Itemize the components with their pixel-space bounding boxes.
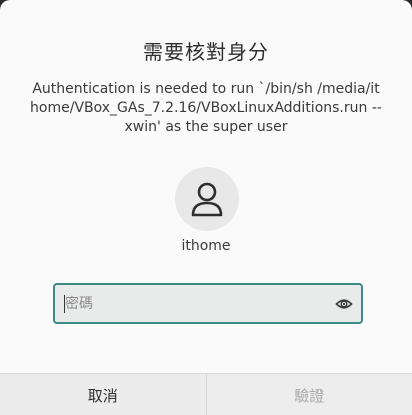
- dialog-title: 需要核對身分: [143, 40, 269, 64]
- user-icon: [191, 182, 223, 217]
- authentication-dialog: 需要核對身分 Authentication is needed to run `…: [0, 0, 412, 415]
- text-caret: [64, 295, 65, 313]
- button-bar: 取消 驗證: [0, 373, 412, 415]
- avatar: [175, 167, 239, 231]
- cancel-button[interactable]: 取消: [0, 374, 207, 415]
- auth-message: Authentication is needed to run `/bin/sh…: [30, 81, 382, 135]
- password-input[interactable]: [65, 285, 325, 322]
- eye-icon[interactable]: [335, 295, 353, 313]
- username: ithome: [181, 238, 231, 254]
- password-field[interactable]: [53, 283, 363, 324]
- verify-button[interactable]: 驗證: [206, 374, 412, 415]
